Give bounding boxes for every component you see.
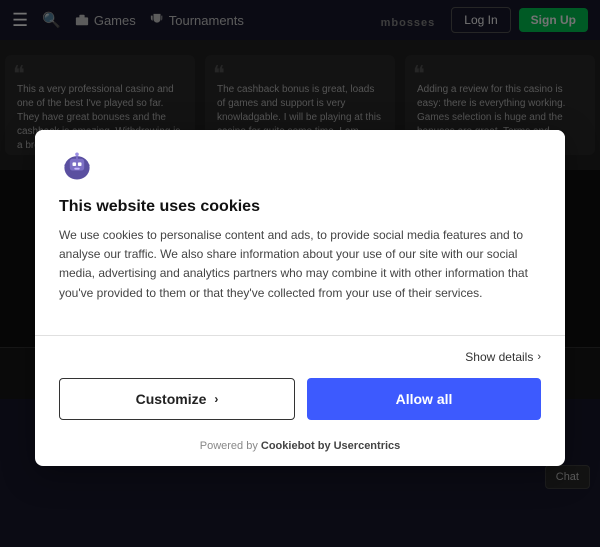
powered-by-text: Powered by: [200, 440, 258, 452]
cookiebot-link[interactable]: Cookiebot by Usercentrics: [261, 440, 400, 452]
cookiebot-logo: [59, 148, 95, 184]
cookie-buttons: Customize › Allow all: [35, 370, 565, 440]
cookie-divider: [35, 335, 565, 336]
cookie-actions: Show details ›: [35, 350, 565, 370]
customize-label: Customize: [136, 391, 207, 407]
show-details-button[interactable]: Show details ›: [465, 350, 541, 364]
allow-all-button[interactable]: Allow all: [307, 378, 541, 420]
cookie-powered-by: Powered by Cookiebot by Usercentrics: [35, 440, 565, 466]
cookie-body: This website uses cookies We use cookies…: [35, 198, 565, 321]
customize-button[interactable]: Customize ›: [59, 378, 295, 420]
cookie-consent-modal: This website uses cookies We use cookies…: [35, 130, 565, 466]
cookie-title: This website uses cookies: [59, 198, 541, 216]
chevron-right-icon: ›: [537, 351, 541, 363]
customize-chevron-icon: ›: [214, 392, 218, 406]
cookie-description: We use cookies to personalise content an…: [59, 226, 541, 303]
cookie-header: [35, 130, 565, 184]
show-details-label: Show details: [465, 350, 533, 364]
